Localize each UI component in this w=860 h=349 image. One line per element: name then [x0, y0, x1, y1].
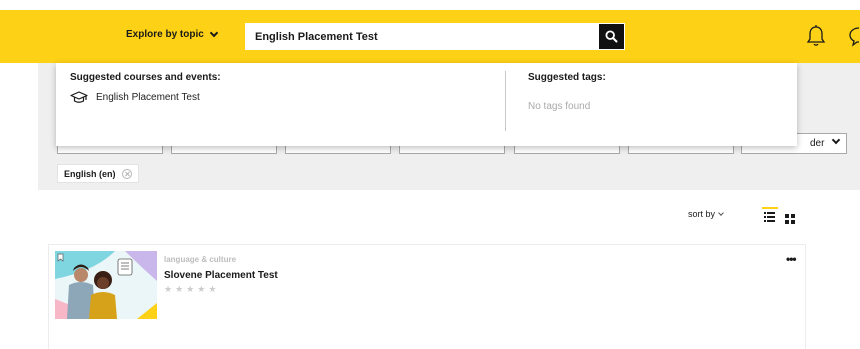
chevron-down-icon	[718, 210, 724, 216]
chevron-down-icon	[831, 135, 841, 145]
star-icon: ★	[175, 284, 184, 294]
search-bar	[245, 23, 625, 50]
explore-label: Explore by topic	[126, 29, 204, 40]
suggestion-item[interactable]: English Placement Test	[70, 91, 221, 104]
course-thumbnail[interactable]	[55, 251, 157, 319]
star-icon: ★	[197, 284, 206, 294]
graduation-cap-icon	[70, 91, 88, 103]
star-icon: ★	[164, 284, 173, 294]
more-options-button[interactable]: •••	[786, 253, 797, 265]
course-card[interactable]: language & culture Slovene Placement Tes…	[48, 244, 806, 349]
suggested-courses-heading: Suggested courses and events:	[70, 72, 221, 83]
suggested-tags-section: Suggested tags: No tags found	[528, 72, 606, 112]
top-header: Explore by topic	[0, 10, 860, 63]
search-input[interactable]	[245, 23, 599, 50]
divider	[505, 71, 506, 131]
chevron-down-icon	[209, 28, 219, 37]
page: der English (en) Explore by topic Englis…	[0, 0, 860, 349]
sort-by-label: sort by	[688, 209, 716, 219]
search-suggestions-dropdown: Suggested courses and events: English Pl…	[56, 63, 797, 146]
rating-stars: ★ ★ ★ ★ ★	[164, 285, 216, 294]
grid-view-icon	[785, 214, 795, 224]
chip-label: English (en)	[64, 168, 116, 179]
chat-icon[interactable]	[848, 24, 860, 48]
suggested-courses-section: Suggested courses and events: English Pl…	[70, 72, 221, 104]
sort-by-dropdown[interactable]: sort by	[688, 209, 724, 219]
bell-icon[interactable]	[806, 24, 826, 48]
active-filter-chip: English (en)	[57, 164, 139, 183]
search-icon	[605, 30, 618, 43]
star-icon: ★	[186, 284, 195, 294]
course-title[interactable]: Slovene Placement Test	[164, 270, 278, 281]
star-icon: ★	[208, 284, 217, 294]
list-view-icon	[764, 212, 775, 222]
suggested-tags-heading: Suggested tags:	[528, 72, 606, 83]
no-tags-message: No tags found	[528, 101, 591, 112]
list-view-button[interactable]	[762, 207, 778, 223]
suggestion-item-label: English Placement Test	[96, 92, 200, 103]
grid-view-button[interactable]	[785, 211, 795, 224]
explore-by-topic-button[interactable]: Explore by topic	[126, 28, 219, 40]
remove-chip-icon[interactable]	[121, 168, 132, 179]
course-category: language & culture	[164, 255, 237, 264]
course-image	[55, 251, 157, 319]
search-button[interactable]	[599, 24, 624, 49]
order-label: der	[810, 138, 825, 149]
